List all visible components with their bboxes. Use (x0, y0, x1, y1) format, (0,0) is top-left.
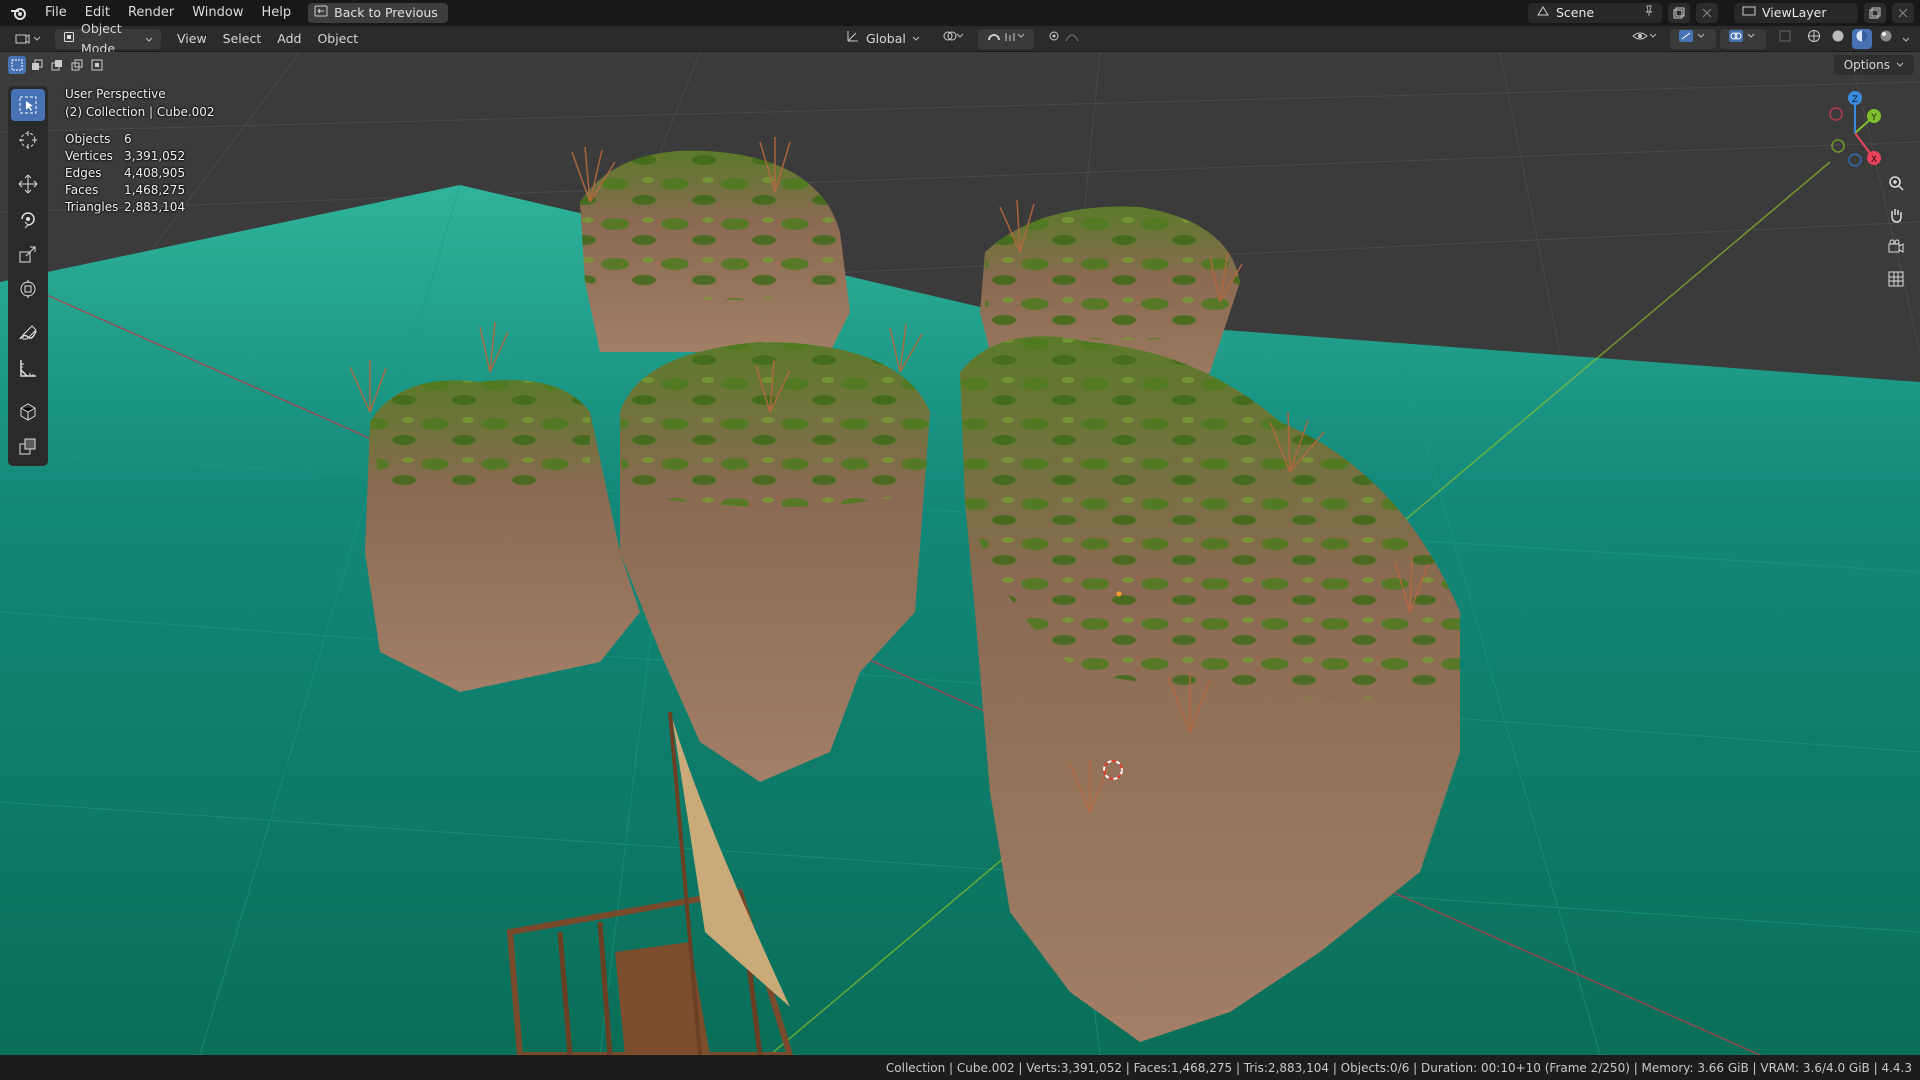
transform-icon[interactable] (11, 273, 45, 305)
shading-wire-icon[interactable] (1804, 29, 1824, 49)
status-text: Collection | Cube.002 | Verts:3,391,052 … (885, 1060, 1912, 1075)
3d-viewport[interactable]: Options User Perspective (2) Collection … (0, 52, 1920, 1055)
viewport-header: Object Mode View Select Add Object Globa… (0, 21, 1920, 56)
transform-orientation-dropdown[interactable]: Global (838, 29, 928, 49)
stat-edges: Edges 4,408,905 (65, 166, 186, 180)
stat-faces: Faces 1,468,275 (65, 183, 186, 197)
menu-object[interactable]: Object (309, 29, 366, 49)
options-button[interactable]: Options (1833, 55, 1914, 75)
blender-logo-icon[interactable] (0, 0, 36, 26)
editor-type-icon[interactable] (6, 29, 49, 49)
new-scene-button[interactable] (1668, 3, 1690, 23)
select-mode-new-icon[interactable] (8, 56, 26, 74)
navigation-gizmo[interactable]: X Y Z (1810, 88, 1900, 178)
add-cube-icon[interactable] (11, 396, 45, 428)
stat-triangles: Triangles 2,883,104 (65, 200, 186, 214)
gizmo-neg-z (1848, 153, 1862, 167)
pin-icon[interactable] (1644, 3, 1654, 23)
tool-shelf (8, 86, 48, 466)
select-mode-subtract-icon[interactable] (48, 56, 66, 74)
shading-solid-icon[interactable] (1828, 29, 1848, 49)
stat-objects: Objects 6 (65, 132, 132, 146)
svg-text:X: X (1871, 155, 1877, 165)
measure-icon[interactable] (11, 352, 45, 384)
delete-scene-button[interactable] (1696, 3, 1718, 23)
gizmo-neg-y (1831, 139, 1845, 153)
menu-window[interactable]: Window (183, 0, 252, 26)
duplicate-icon[interactable] (11, 431, 45, 463)
grid-icon[interactable] (1882, 266, 1910, 292)
pan-icon[interactable] (1882, 202, 1910, 228)
camera-icon[interactable] (1882, 234, 1910, 260)
navigation-buttons (1882, 170, 1910, 292)
status-bar: Collection | Cube.002 | Verts:3,391,052 … (0, 1055, 1920, 1080)
scene-name: Scene (1556, 5, 1595, 20)
shading-render-icon[interactable] (1876, 29, 1896, 49)
scene-render[interactable] (0, 52, 1920, 1055)
viewlayer-selector[interactable]: ViewLayer (1734, 3, 1858, 23)
menu-help[interactable]: Help (253, 0, 301, 26)
stat-vertices: Vertices 3,391,052 (65, 149, 186, 163)
options-label: Options (1843, 58, 1890, 72)
object-mode-icon (63, 29, 75, 49)
menu-file[interactable]: File (36, 0, 76, 26)
orientation-label: Global (866, 31, 906, 46)
xray-icon[interactable] (1770, 29, 1800, 49)
delete-viewlayer-button[interactable] (1892, 3, 1914, 23)
back-to-previous-button[interactable]: Back to Previous (308, 3, 448, 23)
menu-select[interactable]: Select (215, 29, 270, 49)
cursor-icon[interactable] (11, 124, 45, 156)
scene-icon (1536, 3, 1550, 23)
chevron-down-icon (145, 29, 153, 49)
select-box-icon[interactable] (11, 89, 45, 121)
rotate-icon[interactable] (11, 203, 45, 235)
gizmo-neg-x (1829, 107, 1843, 121)
back-label: Back to Previous (334, 5, 438, 20)
viewlayer-name: ViewLayer (1762, 5, 1827, 20)
select-mode-row (8, 56, 106, 74)
overlay-icon[interactable] (1720, 29, 1766, 49)
gizmo-icon[interactable] (1670, 29, 1716, 49)
scene-selector[interactable]: Scene (1528, 3, 1662, 23)
svg-text:Y: Y (1870, 113, 1877, 123)
shading-material-icon[interactable] (1852, 29, 1872, 49)
mode-dropdown[interactable]: Object Mode (55, 21, 161, 56)
select-mode-intersect-icon[interactable] (88, 56, 106, 74)
scene-statistics: Objects 6 Vertices 3,391,052 Edges 4,408,90… (65, 131, 215, 216)
move-icon[interactable] (11, 168, 45, 200)
select-mode-invert-icon[interactable] (68, 56, 86, 74)
visibility-icon[interactable] (1624, 29, 1666, 49)
shading-options-button[interactable] (1900, 29, 1912, 49)
new-viewlayer-button[interactable] (1864, 3, 1886, 23)
annotate-icon[interactable] (11, 317, 45, 349)
menu-view[interactable]: View (169, 29, 215, 49)
back-icon (314, 3, 328, 23)
select-mode-extend-icon[interactable] (28, 56, 46, 74)
scale-icon[interactable] (11, 238, 45, 270)
zoom-icon[interactable] (1882, 170, 1910, 196)
orientation-icon (846, 29, 860, 49)
top-bar: File Edit Render Window Help Back to Pre… (0, 0, 1920, 26)
svg-text:Z: Z (1852, 95, 1858, 105)
object-origin (1116, 591, 1122, 597)
proportional-icon[interactable] (1040, 29, 1096, 49)
pivot-icon[interactable] (934, 29, 972, 49)
menu-add[interactable]: Add (269, 29, 309, 49)
collection-label: (2) Collection | Cube.002 (65, 105, 215, 119)
viewport-info-overlay: User Perspective (2) Collection | Cube.0… (65, 85, 215, 216)
snap-icon[interactable] (977, 29, 1034, 49)
viewlayer-icon (1742, 3, 1756, 23)
perspective-label: User Perspective (65, 87, 166, 101)
